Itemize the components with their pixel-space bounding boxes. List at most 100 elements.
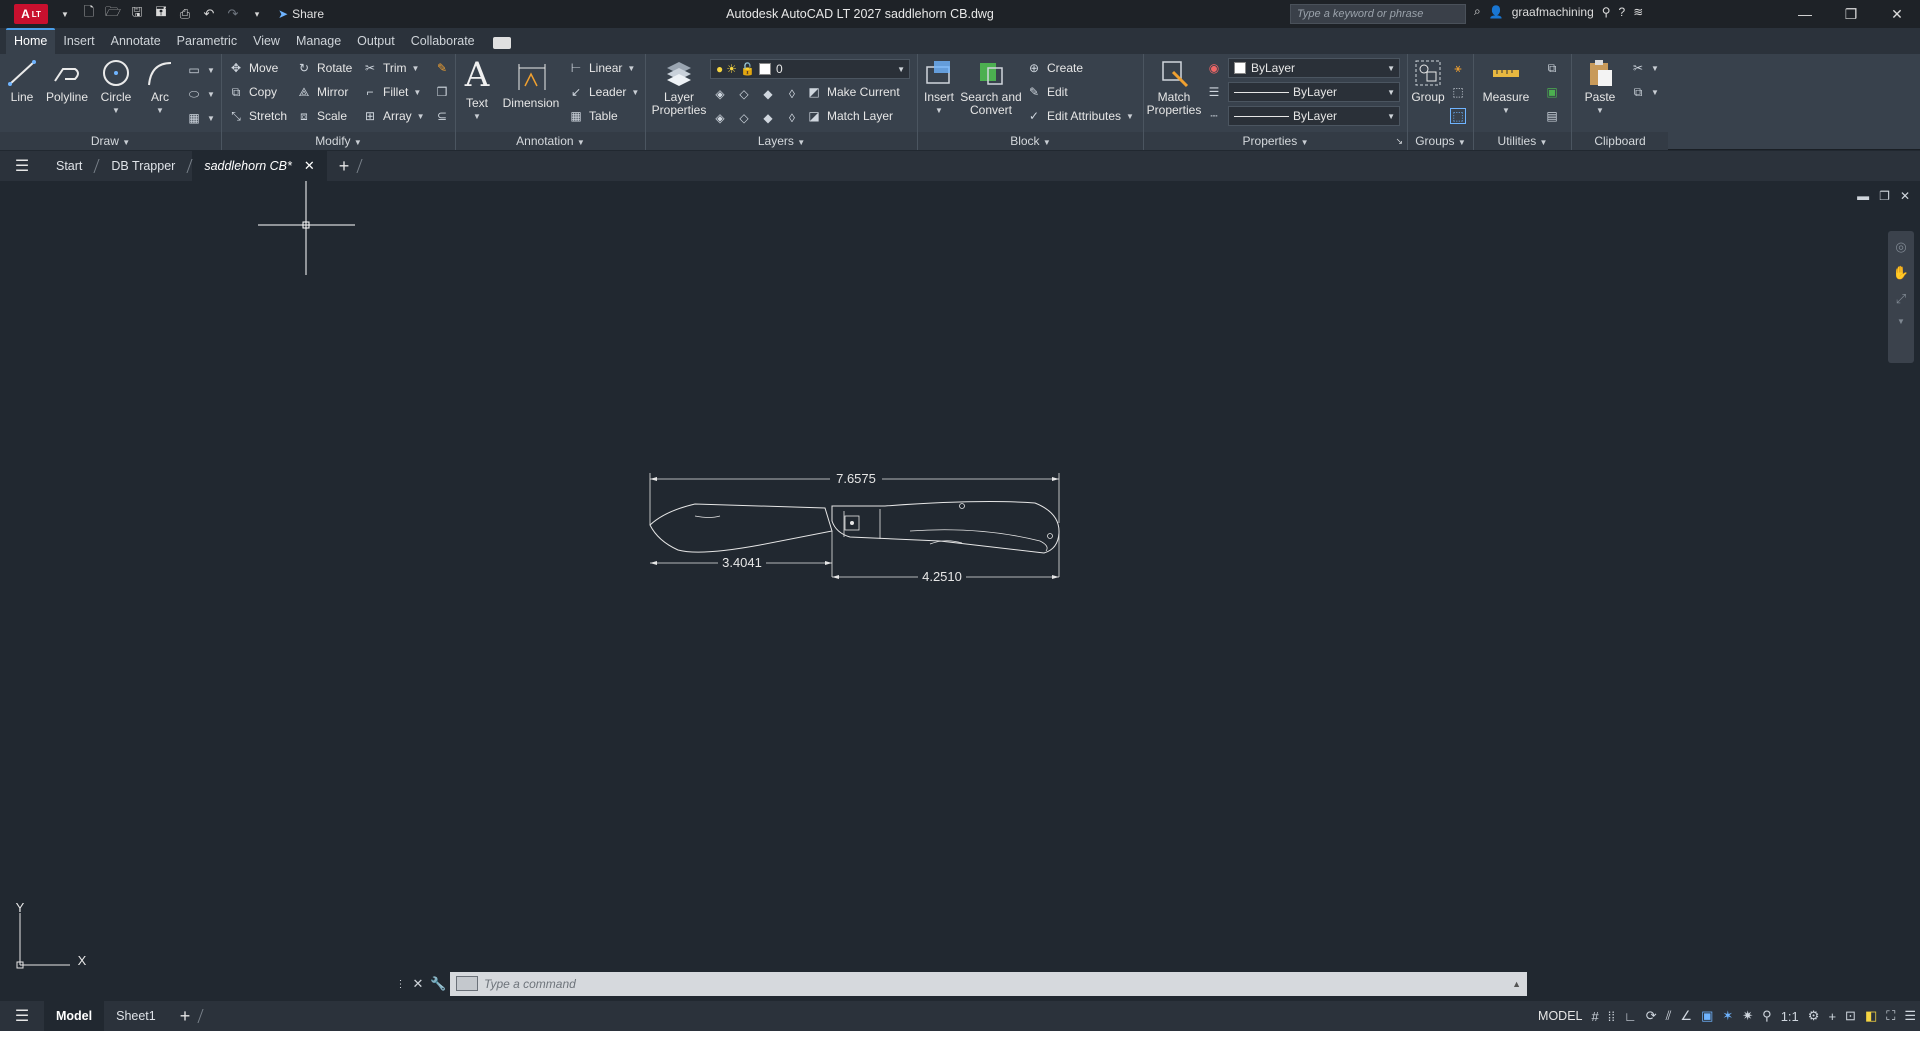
minimize-icon[interactable]: — — [1782, 0, 1828, 28]
lineweight-icon-button[interactable]: ☰ — [1206, 84, 1222, 100]
isolate-objects-icon[interactable]: ◧ — [1865, 1008, 1877, 1024]
color-wheel-button[interactable]: ◉ — [1206, 60, 1222, 76]
annotation-panel-title[interactable]: Annotation ▼ — [456, 132, 645, 150]
object-snap-icon[interactable]: ▣ — [1701, 1008, 1713, 1024]
steering-wheel-icon[interactable]: ◎ — [1895, 239, 1906, 255]
line-button[interactable]: Line — [4, 58, 40, 104]
rectangle-button[interactable]: ▭ ▼ — [186, 62, 215, 78]
ungroup-button[interactable]: ⚹ — [1450, 60, 1466, 76]
stay-connected-icon[interactable]: ≋ — [1633, 5, 1643, 19]
linetype-icon-button[interactable]: ┄ — [1206, 108, 1222, 124]
command-input[interactable]: Type a command ▲ — [450, 972, 1527, 996]
chevron-down-icon[interactable]: ▼ — [156, 104, 164, 117]
trim-button[interactable]: ✂ Trim ▼ — [362, 60, 420, 76]
color-dropdown[interactable]: ByLayer ▼ — [1228, 58, 1400, 78]
tab-collaborate[interactable]: Collaborate — [403, 30, 483, 54]
annotation-visibility-icon[interactable]: ✶ — [1722, 1008, 1733, 1024]
layer-dropdown[interactable]: ● ☀ 🔓 0 ▼ — [710, 59, 910, 79]
quick-select-button[interactable]: ⧉ — [1544, 60, 1560, 76]
ortho-icon[interactable]: ∟ — [1624, 1009, 1637, 1024]
group-button[interactable]: Group — [1410, 58, 1446, 104]
restore-icon[interactable]: ❐ — [1828, 0, 1874, 28]
drag-handle-icon[interactable]: ⋮ — [395, 979, 405, 990]
file-tabs-menu-icon[interactable]: ☰ — [0, 156, 44, 176]
groups-panel-title[interactable]: Groups ▼ — [1408, 132, 1473, 150]
gear-icon[interactable]: ⚙ — [1808, 1008, 1820, 1024]
hatch-button[interactable]: ▦ ▼ — [186, 110, 215, 126]
calculator-button[interactable]: ▤ — [1544, 108, 1560, 124]
plus-icon[interactable]: + — [1828, 1009, 1836, 1024]
chevron-down-icon[interactable]: ▼ — [1897, 317, 1905, 326]
stretch-button[interactable]: ⤡ Stretch — [228, 108, 287, 124]
group-selection-button[interactable]: ⬚ — [1450, 108, 1466, 124]
layer-properties-button[interactable]: Layer Properties — [650, 58, 708, 117]
cut-button[interactable]: ✂ ▼ — [1630, 60, 1659, 76]
layer-unlock-icon[interactable]: ◊ — [784, 110, 800, 126]
zoom-extents-icon[interactable]: ⤢ — [1896, 291, 1906, 307]
layer-thaw-icon[interactable]: ◆ — [760, 110, 776, 126]
file-tab-db-trapper[interactable]: DB Trapper — [99, 151, 187, 181]
wrench-icon[interactable]: 🔧 — [430, 976, 446, 992]
user-account-menu[interactable]: graafmachining — [1512, 5, 1594, 19]
drawing-canvas[interactable]: ▬ ❐ ✕ ◎ ✋ ⤢ ▼ 7.6575 3.4041 4.2510 Y X — [0, 181, 1920, 1001]
polyline-button[interactable]: Polyline — [42, 58, 92, 104]
close-tab-icon[interactable]: ✕ — [304, 151, 315, 181]
units-icon[interactable]: ⊡ — [1845, 1008, 1856, 1024]
chevron-up-icon[interactable]: ▲ — [1512, 979, 1521, 989]
clipboard-panel-title[interactable]: Clipboard — [1572, 132, 1668, 150]
explode-button[interactable]: ❒ — [434, 84, 450, 100]
tab-insert[interactable]: Insert — [55, 30, 102, 54]
text-button[interactable]: A Text ▼ — [462, 56, 492, 123]
close-icon[interactable]: ✕ — [412, 976, 423, 992]
blade-length-dimension[interactable]: 3.4041 — [722, 555, 762, 570]
help-search-input[interactable]: Type a keyword or phrase — [1290, 4, 1466, 24]
close-icon[interactable]: ✕ — [1874, 0, 1920, 28]
layout-tab-sheet1[interactable]: Sheet1 — [104, 1001, 168, 1031]
create-block-button[interactable]: ⊕ Create — [1026, 60, 1083, 76]
polar-icon[interactable]: ⟳ — [1646, 1008, 1657, 1024]
user-icon[interactable]: 👤 — [1489, 5, 1504, 19]
select-all-button[interactable]: ▣ — [1544, 84, 1560, 100]
edit-block-button[interactable]: ✎ Edit — [1026, 84, 1068, 100]
layout-menu-icon[interactable]: ☰ — [0, 1006, 44, 1026]
layer-lock-icon[interactable]: ◊ — [784, 86, 800, 102]
annotation-scale-value[interactable]: 1:1 — [1781, 1009, 1799, 1024]
offset-button[interactable]: ⊆ — [434, 108, 450, 124]
make-current-button[interactable]: ◩ Make Current — [806, 84, 899, 100]
paste-button[interactable]: Paste ▼ — [1580, 58, 1620, 117]
tab-home[interactable]: Home — [6, 28, 56, 54]
match-properties-button[interactable]: Match Properties — [1146, 58, 1202, 117]
mirror-button[interactable]: ⟁ Mirror — [296, 84, 349, 100]
match-layer-button[interactable]: ◪ Match Layer — [806, 108, 893, 124]
search-icon[interactable]: ⌕ — [1474, 4, 1481, 19]
tab-view[interactable]: View — [245, 30, 288, 54]
draw-panel-title[interactable]: Draw ▼ — [0, 132, 221, 150]
lineweight-dropdown[interactable]: ByLayer ▼ — [1228, 82, 1400, 102]
group-edit-button[interactable]: ⬚ — [1450, 84, 1466, 100]
copy-clip-button[interactable]: ⧉ ▼ — [1630, 84, 1659, 100]
autodesk-app-icon[interactable]: ⚲ — [1602, 5, 1611, 19]
layer-isolate-icon[interactable]: ◇ — [736, 86, 752, 102]
utilities-panel-title[interactable]: Utilities ▼ — [1474, 132, 1571, 150]
fillet-button[interactable]: ⌐ Fillet ▼ — [362, 84, 421, 100]
tab-manage[interactable]: Manage — [288, 30, 349, 54]
search-and-convert-button[interactable]: Search and Convert — [958, 58, 1024, 117]
rotate-button[interactable]: ↻ Rotate — [296, 60, 352, 76]
fullscreen-icon[interactable]: ⛶ — [1886, 1008, 1895, 1024]
new-tab-plus-icon[interactable]: + — [331, 156, 358, 177]
layer-off-icon[interactable]: ◈ — [712, 86, 728, 102]
recent-commands-icon[interactable] — [456, 976, 478, 991]
object-snap-tracking-icon[interactable]: ∠ — [1680, 1008, 1692, 1024]
help-icon[interactable]: ? — [1619, 5, 1626, 19]
scale-button[interactable]: ⧈ Scale — [296, 108, 347, 124]
layers-panel-title[interactable]: Layers ▼ — [646, 132, 917, 150]
linetype-dropdown[interactable]: ByLayer ▼ — [1228, 106, 1400, 126]
minimize-viewport-icon[interactable]: ▬ — [1857, 189, 1869, 203]
arc-button[interactable]: Arc ▼ — [142, 58, 178, 117]
layout-tab-model[interactable]: Model — [44, 1001, 105, 1031]
restore-viewport-icon[interactable]: ❐ — [1879, 189, 1890, 203]
properties-panel-title[interactable]: Properties ▼ ↘ — [1144, 132, 1407, 150]
edit-attributes-button[interactable]: ✓ Edit Attributes ▼ — [1026, 108, 1134, 124]
chevron-down-icon[interactable]: ▼ — [112, 104, 120, 117]
linear-dimension-button[interactable]: ⊢ Linear ▼ — [568, 60, 636, 76]
